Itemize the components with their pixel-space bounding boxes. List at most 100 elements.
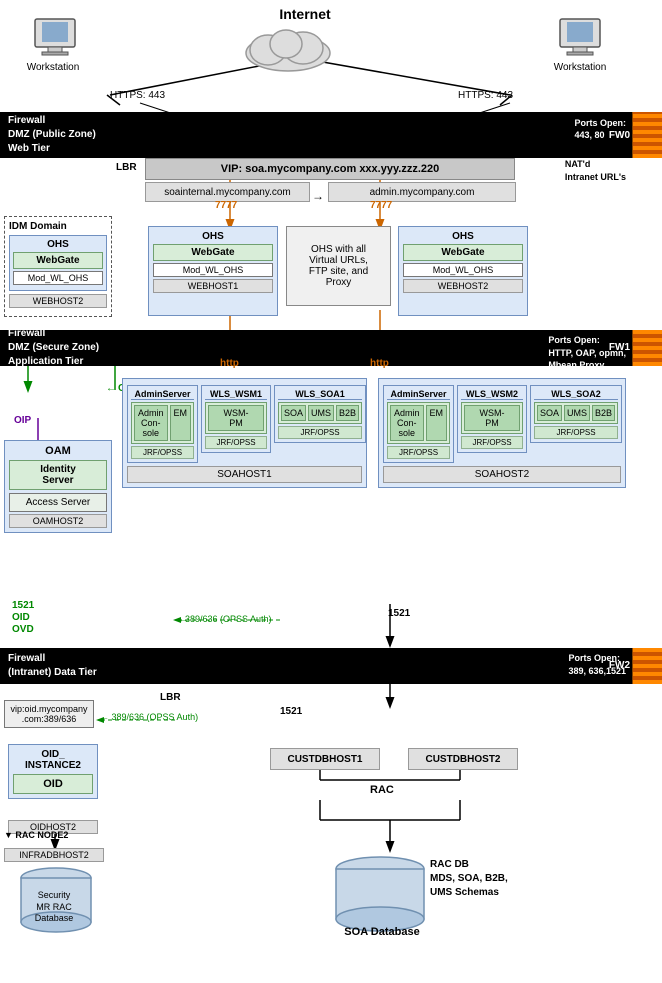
webhost1-label: WEBHOST1 [153, 279, 273, 293]
webgate-left: WebGate [13, 252, 103, 269]
ohs-virtual-label: OHS with all Virtual URLs, FTP site, and… [309, 244, 368, 288]
ums1: UMS [308, 405, 334, 421]
oid-instance2-box: OID_ INSTANCE2 OID [8, 744, 98, 799]
wls-wsm1-label: WLS_WSM1 [205, 389, 267, 400]
diagram-page: Internet Workstation Workstation HTTPS: … [0, 0, 662, 983]
ports-389-636: Ports Open: 389, 636,1521 [568, 652, 626, 677]
custdbhost2-box: CUSTDBHOST2 [408, 748, 518, 770]
firewall-data-label: Firewall (Intranet) Data Tier [8, 652, 97, 680]
idm-domain-label: IDM Domain [9, 221, 107, 232]
https-left-label: HTTPS: 443 [110, 90, 165, 101]
wls-soa2-box: WLS_SOA2 SOA UMS B2B JRF/OPSS [530, 385, 622, 443]
webhost2-right-label: WEBHOST2 [403, 279, 523, 293]
jrf-opss2c: JRF/OPSS [534, 426, 618, 439]
admin-url-label: admin.mycompany.com [370, 187, 475, 198]
adminserver1-box: AdminServer AdminCon-sole EM JRF/OPSS [127, 385, 198, 463]
access-server-box: Access Server [9, 493, 107, 512]
wsm-pm1: WSM-PM [208, 405, 264, 431]
rac-label: RAC [370, 784, 394, 796]
fw1-block [632, 330, 662, 366]
jrf-opss1a: JRF/OPSS [131, 446, 194, 459]
security-db-label: Security MR RAC Database [4, 890, 104, 925]
wls-wsm1-box: WLS_WSM1 WSM-PM JRF/OPSS [201, 385, 271, 453]
oid-label-left: OID [12, 612, 30, 623]
webhost2-right-box: OHS WebGate Mod_WL_OHS WEBHOST2 [398, 226, 528, 316]
firewall-dmz-bar: Firewall DMZ (Public Zone) Web Tier FW0 [0, 112, 662, 158]
http-right-label: http [370, 358, 389, 369]
soahost1-label: SOAHOST1 [127, 466, 362, 483]
b2b2: B2B [592, 405, 615, 421]
cloud-icon [238, 18, 338, 76]
em1: EM [170, 405, 192, 441]
webhost2-left-label: WEBHOST2 [9, 294, 107, 308]
fw2-block [632, 648, 662, 684]
workstation-right-label: Workstation [545, 62, 615, 73]
ovd-label-left: OVD [12, 624, 34, 635]
oamhost2-label: OAMHOST2 [9, 514, 107, 528]
oip-label: OIP [14, 415, 31, 426]
webhost1-box: OHS WebGate Mod_WL_OHS WEBHOST1 [148, 226, 278, 316]
custdbhost2-label: CUSTDBHOST2 [425, 754, 500, 765]
oam-outer-box: OAM IdentityServer Access Server OAMHOST… [4, 440, 112, 533]
oid-label: OID [43, 778, 63, 790]
ohs-webhost2r-label: OHS [403, 231, 523, 242]
oid-instance2-label: OID_ INSTANCE2 [13, 749, 93, 771]
port-1521-lbr: 1521 [280, 706, 302, 717]
custdbhost1-box: CUSTDBHOST1 [270, 748, 380, 770]
rac-db-label: RAC DB MDS, SOA, B2B, UMS Schemas [430, 858, 508, 900]
workstation-left [30, 14, 80, 67]
vip-oid-box: vip:oid.mycompany .com:389/636 [4, 700, 94, 728]
arrow-soa-admin: → [312, 189, 324, 203]
oap-arrow-icon: ← [106, 383, 116, 394]
ports-443-80: Ports Open: 443, 80 [574, 118, 626, 141]
admin-console1: AdminCon-sole [134, 405, 168, 441]
dashed-arrow-left: ← [178, 614, 187, 624]
soa2: SOA [537, 405, 562, 421]
mod-wl-ohs-wh1: Mod_WL_OHS [153, 263, 273, 277]
adminserver2-box: AdminServer AdminCon-sole EM JRF/OPSS [383, 385, 454, 463]
oam-label: OAM [9, 445, 107, 457]
lbr-data-label: LBR [160, 692, 181, 703]
workstation-left-label: Workstation [18, 62, 88, 73]
soainternal-box: soainternal.mycompany.com [145, 182, 310, 202]
port-1521-left: 1521 [12, 600, 34, 611]
webgate-left-label: WebGate [16, 255, 100, 266]
vip-label: VIP: soa.mycompany.com xxx.yyy.zzz.220 [221, 163, 439, 175]
admin-url-box: admin.mycompany.com [328, 182, 516, 202]
webgate-wh2r-label: WebGate [406, 247, 520, 258]
webgate-webhost1: WebGate [153, 244, 273, 261]
workstation-right [555, 14, 605, 67]
port-1521-middle: 1521 [388, 670, 410, 681]
jrf-opss2a: JRF/OPSS [387, 446, 450, 459]
wls-wsm2-label: WLS_WSM2 [461, 389, 523, 400]
ohs-webhost1-label: OHS [153, 231, 273, 242]
webgate-webhost2r: WebGate [403, 244, 523, 261]
ohs-left-label: OHS [13, 239, 103, 250]
firewall-app-label: Firewall DMZ (Secure Zone) Application T… [8, 327, 99, 369]
wsm-pm2: WSM-PM [464, 405, 520, 431]
custdbhost1-label: CUSTDBHOST1 [287, 754, 362, 765]
ohs-left-block: OHS WebGate Mod_WL_OHS [9, 235, 107, 291]
port-7777-right: 7777 [370, 200, 392, 211]
firewall-dmz-label: Firewall DMZ (Public Zone) Web Tier [8, 114, 96, 156]
identity-server-label: IdentityServer [13, 464, 103, 486]
oid-inner-box: OID [13, 774, 93, 794]
soahost1-outer: AdminServer AdminCon-sole EM JRF/OPSS WL… [122, 378, 367, 488]
soainternal-label: soainternal.mycompany.com [164, 187, 291, 198]
soa-db-label: SOA Database [342, 926, 422, 938]
soahost2-label: SOAHOST2 [383, 466, 621, 483]
soahost2-outer: AdminServer AdminCon-sole EM JRF/OPSS WL… [378, 378, 626, 488]
fw0-block [632, 112, 662, 158]
lbr-label: LBR [116, 162, 137, 173]
wls-soa1-label: WLS_SOA1 [278, 389, 362, 400]
ums2: UMS [564, 405, 590, 421]
port-1521-top: 1521 [388, 608, 410, 619]
soa1: SOA [281, 405, 306, 421]
identity-server-box: IdentityServer [9, 460, 107, 490]
port-7777-left: 7777 [215, 200, 237, 211]
infradbhost2-label: INFRADBHOST2 [4, 848, 104, 862]
adminserver1-label: AdminServer [131, 389, 194, 400]
webgate-wh1-label: WebGate [156, 247, 270, 258]
firewall-data-bar: Firewall (Intranet) Data Tier FW2 [0, 648, 662, 684]
https-right-label: HTTPS: 443 [458, 90, 513, 101]
